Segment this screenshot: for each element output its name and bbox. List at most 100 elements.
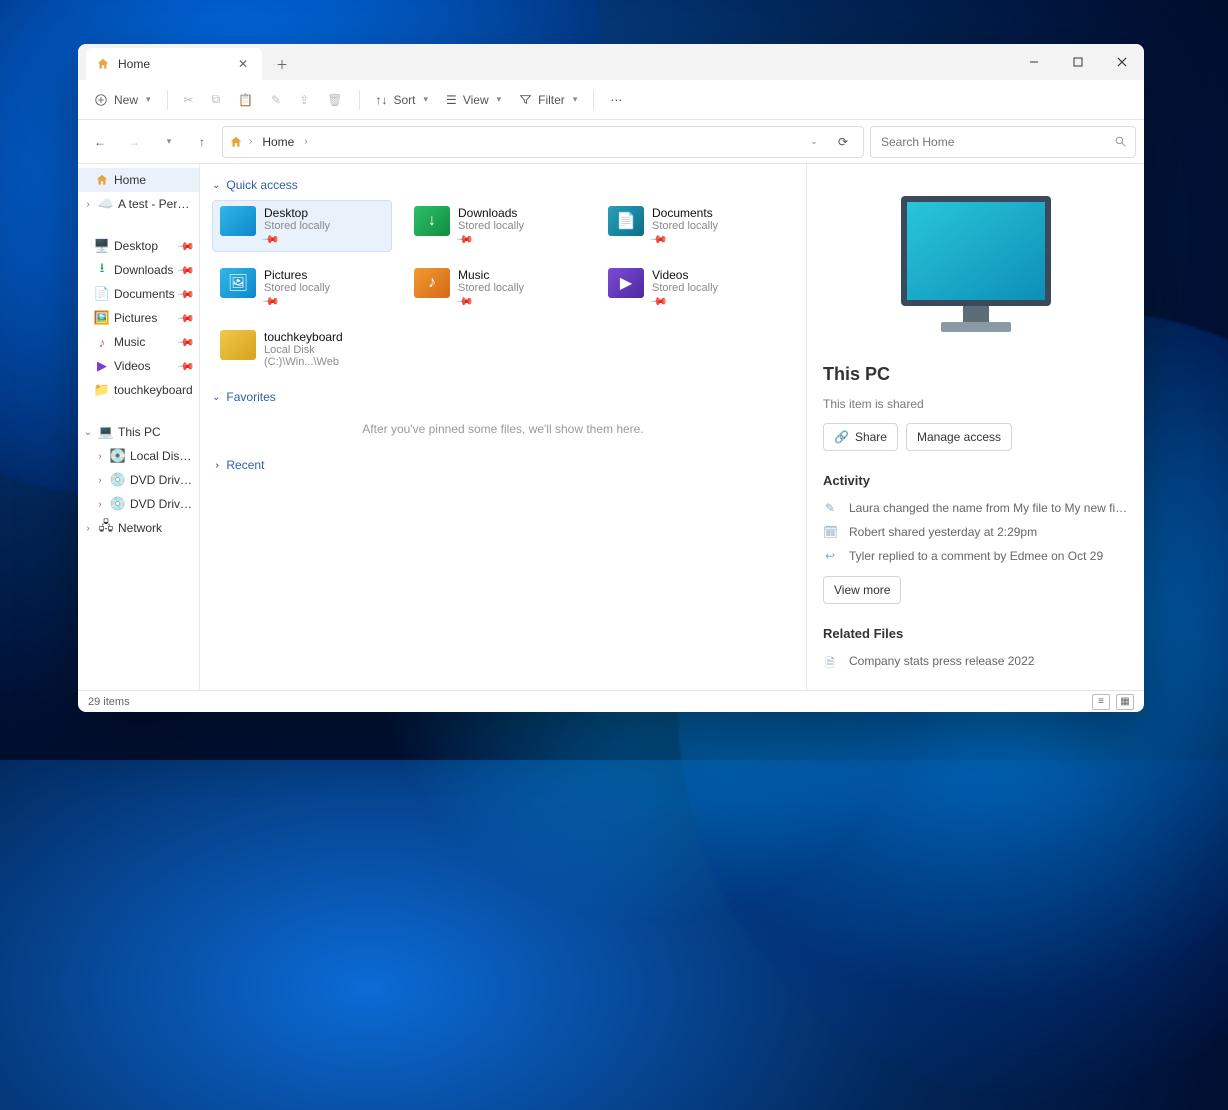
item-sub: Stored locally (264, 282, 330, 294)
new-tab-button[interactable]: ＋ (268, 50, 296, 78)
details-view-button[interactable]: ≡ (1092, 694, 1110, 710)
share-icon: 🔗 (834, 430, 849, 444)
sidebar-item-touchkeyboard[interactable]: 📁 touchkeyboard (78, 378, 199, 402)
view-more-button[interactable]: View more (823, 576, 901, 604)
breadcrumb-home[interactable]: Home (258, 133, 298, 151)
item-count: 29 items (88, 696, 130, 708)
more-icon: ⋯ (610, 93, 622, 107)
quick-item-desktop[interactable]: Desktop Stored locally 📌 (212, 200, 392, 252)
activity-item: 🗓Robert shared yesterday at 2:29pm (823, 520, 1128, 544)
sidebar-item-videos[interactable]: ▶ Videos 📌 (78, 354, 199, 378)
sidebar-item-downloads[interactable]: ⭳ Downloads 📌 (78, 258, 199, 282)
folder-icon (220, 330, 256, 360)
sidebar-item-dvdd2[interactable]: › 💿 DVD Drive (D:) CCC (78, 492, 199, 516)
address-bar[interactable]: › Home › ⌄ ⟳ (222, 126, 864, 158)
sidebar-label: This PC (118, 425, 195, 439)
delete-button[interactable]: 🗑 (319, 86, 350, 114)
cut-button[interactable]: ✂ (176, 86, 202, 114)
rename-button[interactable]: ✎ (263, 86, 289, 114)
activity-heading: Activity (823, 473, 1128, 488)
view-icon: ☰ (446, 93, 457, 107)
pc-icon: 💻 (98, 424, 114, 440)
sidebar-item-dvdd[interactable]: › 💿 DVD Drive (D:) CC (78, 468, 199, 492)
chevron-down-icon: ▾ (573, 94, 578, 105)
tab-home[interactable]: Home ✕ (86, 48, 262, 80)
collapse-icon[interactable]: ⌄ (82, 427, 94, 438)
sidebar-label: DVD Drive (D:) CCC (130, 497, 195, 511)
sidebar-label: Videos (114, 359, 175, 373)
maximize-button[interactable] (1056, 44, 1100, 80)
quick-item-videos[interactable]: ▶ Videos Stored locally 📌 (600, 262, 780, 314)
window-close-button[interactable] (1100, 44, 1144, 80)
folder-icon: ↓ (414, 206, 450, 236)
related-file[interactable]: 🗎 Company stats press release 2022 (823, 649, 1128, 680)
sidebar-label: Documents (114, 287, 175, 301)
quick-item-music[interactable]: ♪ Music Stored locally 📌 (406, 262, 586, 314)
more-button[interactable]: ⋯ (602, 86, 630, 114)
share-label: Share (855, 430, 887, 444)
section-favorites[interactable]: ⌄ Favorites (212, 390, 794, 404)
share-file-button[interactable]: 🔗 Share (823, 423, 898, 451)
expand-icon[interactable]: › (82, 199, 94, 210)
sidebar-item-desktop[interactable]: 🖥️ Desktop 📌 (78, 234, 199, 258)
tab-close-button[interactable]: ✕ (234, 55, 252, 73)
sidebar-label: DVD Drive (D:) CC (130, 473, 195, 487)
expand-icon[interactable]: › (94, 451, 106, 462)
refresh-button[interactable]: ⟳ (829, 128, 857, 156)
sidebar-item-documents[interactable]: 📄 Documents 📌 (78, 282, 199, 306)
sidebar-item-thispc[interactable]: ⌄ 💻 This PC (78, 420, 199, 444)
section-quick-access[interactable]: ⌄ Quick access (212, 178, 794, 192)
up-button[interactable]: ↑ (188, 128, 216, 156)
share-button[interactable]: ⇪ (291, 86, 317, 114)
folder-icon (220, 206, 256, 236)
filter-button[interactable]: Filter ▾ (511, 86, 585, 114)
section-recent[interactable]: ⌄ Recent (212, 458, 794, 472)
forward-button[interactable]: → (120, 128, 148, 156)
expand-icon[interactable]: › (82, 523, 94, 534)
sidebar-item-network[interactable]: › 🖧 Network (78, 516, 199, 540)
activity-icon: ✎ (823, 501, 837, 515)
breadcrumb-separator: › (304, 136, 307, 147)
new-label: New (114, 93, 138, 107)
sidebar-item-atest[interactable]: › ☁️ A test - Personal (78, 192, 199, 216)
folder-icon: ▶ (608, 268, 644, 298)
copy-button[interactable]: ⧉ (204, 86, 229, 114)
sidebar-label: Desktop (114, 239, 175, 253)
pin-icon: 📌 (649, 230, 668, 249)
breadcrumb-separator: › (249, 136, 252, 147)
expand-icon[interactable]: › (94, 475, 106, 486)
paste-button[interactable]: 📋 (230, 86, 261, 114)
quick-item-touchkeyboard[interactable]: touchkeyboard Local Disk (C:)\Win...\Web (212, 324, 392, 374)
sidebar-item-music[interactable]: ♪ Music 📌 (78, 330, 199, 354)
home-icon (96, 57, 110, 71)
view-button[interactable]: ☰ View ▾ (438, 86, 509, 114)
search-input[interactable] (879, 134, 1108, 150)
item-sub: Stored locally (458, 282, 524, 294)
back-button[interactable]: ← (86, 128, 114, 156)
recent-dropdown[interactable]: ▾ (154, 128, 182, 156)
sort-label: Sort (394, 93, 416, 107)
pin-icon: 📌 (177, 333, 196, 352)
minimize-button[interactable] (1012, 44, 1056, 80)
quick-item-documents[interactable]: 📄 Documents Stored locally 📌 (600, 200, 780, 252)
cut-icon: ✂ (184, 93, 194, 107)
sort-icon: ↑↓ (376, 93, 388, 107)
quick-item-pictures[interactable]: 🖼 Pictures Stored locally 📌 (212, 262, 392, 314)
search-box[interactable] (870, 126, 1136, 158)
tab-label: Home (118, 57, 150, 71)
dvd-icon: 💿 (110, 472, 126, 488)
sort-button[interactable]: ↑↓ Sort ▾ (368, 86, 437, 114)
filter-label: Filter (538, 93, 565, 107)
activity-item: ↩Tyler replied to a comment by Edmee on … (823, 544, 1128, 568)
file-explorer-window: Home ✕ ＋ New ▾ ✂ ⧉ 📋 ✎ ⇪ (78, 44, 1144, 712)
sidebar-item-home[interactable]: Home (78, 168, 199, 192)
icons-view-button[interactable]: ▦ (1116, 694, 1134, 710)
manage-access-button[interactable]: Manage access (906, 423, 1012, 451)
sidebar-item-localdisk[interactable]: › 💽 Local Disk (C:) (78, 444, 199, 468)
new-button[interactable]: New ▾ (86, 86, 159, 114)
expand-icon[interactable]: › (94, 499, 106, 510)
quick-item-downloads[interactable]: ↓ Downloads Stored locally 📌 (406, 200, 586, 252)
sidebar-item-pictures[interactable]: 🖼️ Pictures 📌 (78, 306, 199, 330)
shared-text: This item is shared (823, 397, 1128, 411)
address-dropdown[interactable]: ⌄ (799, 128, 827, 156)
